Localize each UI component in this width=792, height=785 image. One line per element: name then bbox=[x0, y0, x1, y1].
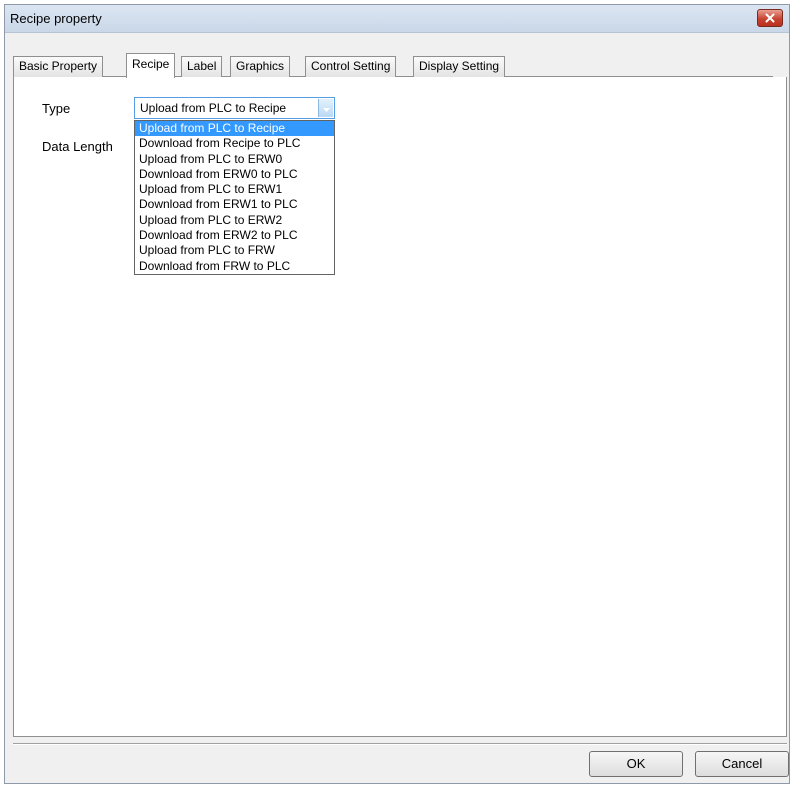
tab-basic-property[interactable]: Basic Property bbox=[13, 56, 104, 77]
type-option[interactable]: Upload from PLC to ERW0 bbox=[135, 152, 334, 167]
type-option[interactable]: Download from ERW2 to PLC bbox=[135, 228, 334, 243]
type-dropdown-list: Upload from PLC to Recipe Download from … bbox=[134, 120, 335, 275]
type-select-value: Upload from PLC to Recipe bbox=[140, 101, 287, 115]
window-title: Recipe property bbox=[10, 11, 102, 26]
type-select[interactable]: Upload from PLC to Recipe bbox=[134, 97, 335, 119]
tab-label[interactable]: Label bbox=[181, 56, 223, 77]
ok-button[interactable]: OK bbox=[589, 751, 683, 777]
type-label: Type bbox=[42, 101, 71, 116]
tab-recipe[interactable]: Recipe bbox=[126, 53, 176, 78]
type-select-dropdown-button[interactable] bbox=[318, 99, 333, 117]
close-button[interactable] bbox=[757, 9, 783, 27]
tab-strip: Basic Property Recipe Label Graphics Con… bbox=[13, 53, 773, 78]
type-option[interactable]: Download from ERW0 to PLC bbox=[135, 167, 334, 182]
close-icon bbox=[765, 13, 775, 23]
tab-control-setting[interactable]: Control Setting bbox=[305, 56, 397, 77]
recipe-tab-panel: Type Data Length Upload from PLC to Reci… bbox=[13, 77, 787, 737]
data-length-label: Data Length bbox=[42, 139, 113, 154]
type-option[interactable]: Download from Recipe to PLC bbox=[135, 136, 334, 151]
cancel-button[interactable]: Cancel bbox=[695, 751, 789, 777]
type-option[interactable]: Upload from PLC to FRW bbox=[135, 243, 334, 258]
tab-display-setting[interactable]: Display Setting bbox=[413, 56, 506, 77]
chevron-down-icon bbox=[322, 101, 330, 115]
type-option[interactable]: Upload from PLC to ERW1 bbox=[135, 182, 334, 197]
footer-divider bbox=[13, 743, 787, 745]
title-bar[interactable]: Recipe property bbox=[5, 5, 789, 33]
type-option[interactable]: Download from FRW to PLC bbox=[135, 259, 334, 274]
type-option[interactable]: Upload from PLC to ERW2 bbox=[135, 213, 334, 228]
type-option[interactable]: Upload from PLC to Recipe bbox=[135, 121, 334, 137]
recipe-property-dialog: Recipe property Basic Property Recipe La… bbox=[4, 4, 790, 784]
type-option[interactable]: Download from ERW1 to PLC bbox=[135, 197, 334, 212]
tab-graphics[interactable]: Graphics bbox=[230, 56, 291, 77]
